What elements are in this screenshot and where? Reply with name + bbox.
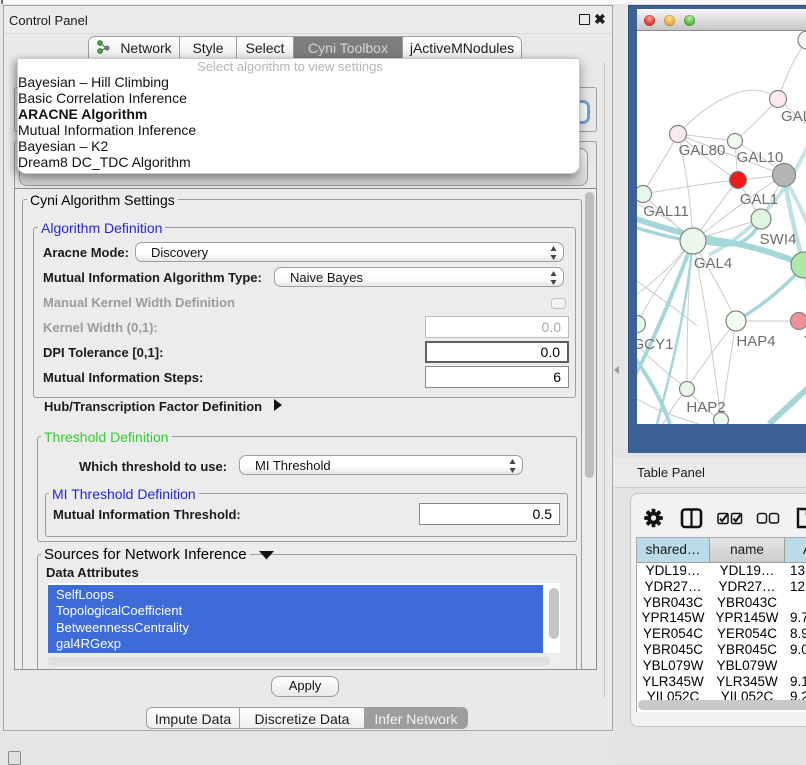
svg-text:GAL2: GAL2 <box>781 108 806 125</box>
svg-text:HAP2: HAP2 <box>686 399 725 416</box>
svg-text:GCY1: GCY1 <box>637 336 673 353</box>
svg-text:HAP4: HAP4 <box>736 333 775 350</box>
svg-text:GAL11: GAL11 <box>643 203 689 220</box>
svg-text:GAL10: GAL10 <box>737 149 784 166</box>
svg-text:GAL4: GAL4 <box>694 255 732 272</box>
svg-text:SWI4: SWI4 <box>760 231 797 248</box>
svg-text:GAL80: GAL80 <box>679 142 726 159</box>
svg-text:GAL1: GAL1 <box>740 191 778 208</box>
